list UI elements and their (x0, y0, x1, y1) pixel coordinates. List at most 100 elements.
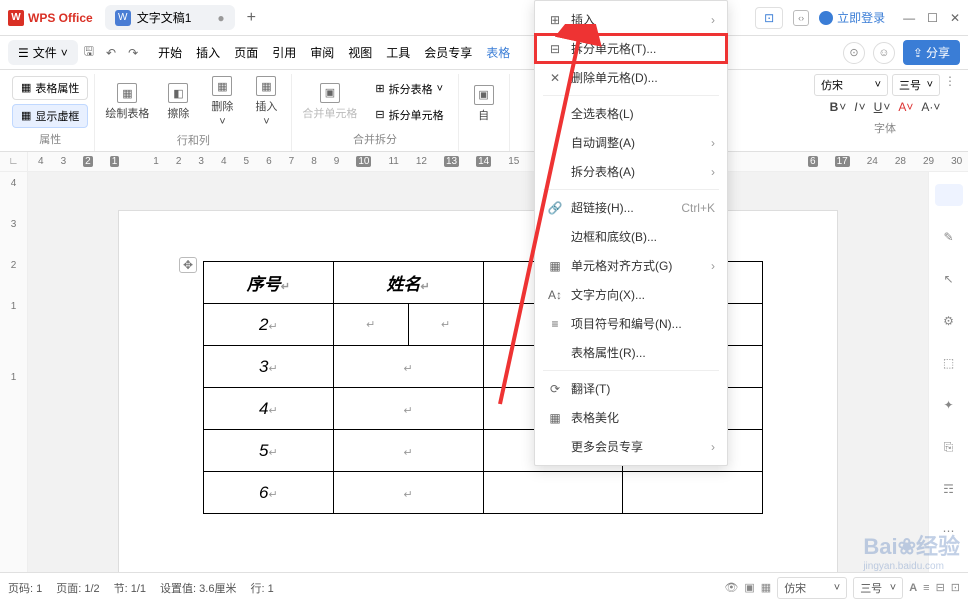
sso-dropdown[interactable]: ‹› (793, 10, 809, 26)
tab-close-icon[interactable]: ● (217, 11, 224, 25)
settings-icon[interactable]: ⚙ (938, 310, 960, 332)
font-more-icon[interactable]: ⋮ (944, 74, 956, 96)
status-section[interactable]: 节: 1/1 (114, 580, 146, 596)
cm-more-vip[interactable]: 更多会员专享› (535, 432, 727, 461)
notify-icon[interactable]: ⊙ (843, 42, 865, 64)
cm-borders[interactable]: 边框和底纹(B)... (535, 222, 727, 251)
status-setval[interactable]: 设置值: 3.6厘米 (160, 580, 236, 596)
cm-select-table[interactable]: 全选表格(L) (535, 99, 727, 128)
save-icon[interactable]: 🖫 (84, 42, 94, 63)
menu-cite[interactable]: 引用 (272, 44, 296, 61)
status-page[interactable]: 页面: 1/2 (56, 580, 99, 596)
status-size-select[interactable]: 三号 ˅ (853, 577, 903, 599)
ruler-corner: ∟ (0, 152, 28, 171)
delete-button[interactable]: ▦删除˅ (203, 74, 241, 130)
split-table-button[interactable]: ⊞ 拆分表格 ˅ (367, 78, 451, 100)
cm-hyperlink[interactable]: 🔗超链接(H)...Ctrl+K (535, 193, 727, 222)
ruler-icon[interactable]: ☶ (938, 478, 960, 500)
cm-separator (543, 95, 719, 96)
status-page-no[interactable]: 页码: 1 (8, 580, 42, 596)
share-button[interactable]: ⇪ 分享 (903, 40, 960, 65)
chat-icon[interactable]: ☺ (873, 42, 895, 64)
cm-delete-cell[interactable]: ✕删除单元格(D)... (535, 63, 727, 92)
cm-align[interactable]: ▦单元格对齐方式(G)› (535, 251, 727, 280)
cm-split-table[interactable]: 拆分表格(A)› (535, 157, 727, 186)
erase-button[interactable]: ◧擦除 (159, 81, 197, 123)
table-props-button[interactable]: ▦ 表格属性 (12, 76, 88, 100)
table-move-handle[interactable]: ✥ (179, 257, 197, 273)
cm-autofit[interactable]: 自动调整(A)› (535, 128, 727, 157)
insert-button[interactable]: ▦插入˅ (247, 74, 285, 130)
draw-table-button[interactable]: ▦绘制表格 (101, 81, 153, 123)
menu-start[interactable]: 开始 (158, 44, 182, 61)
cm-text-dir[interactable]: A↕文字方向(X)... (535, 280, 727, 309)
context-menu: ⊞插入› ⊟拆分单元格(T)... ✕删除单元格(D)... 全选表格(L) 自… (534, 0, 728, 466)
vertical-ruler[interactable]: 43211 (0, 172, 28, 596)
status-row[interactable]: 行: 1 (250, 580, 273, 596)
font-name-select[interactable]: 仿宋 ˅ (814, 74, 888, 96)
minimize-button[interactable]: — (903, 11, 915, 25)
sso-button[interactable]: ⊡ (755, 7, 783, 29)
show-frame-button[interactable]: ▦ 显示虚框 (12, 104, 88, 128)
view-icon[interactable]: 👁 (724, 581, 738, 594)
layout-icon[interactable]: ▣ (744, 581, 754, 594)
bookmark-icon[interactable]: ⎘ (938, 436, 960, 458)
close-button[interactable]: ✕ (950, 11, 960, 25)
horizontal-ruler[interactable]: ∟ 4321 123 4567 891011 1213141516 617242… (0, 152, 968, 172)
file-menu[interactable]: ☰ 文件 ˅ (8, 40, 78, 65)
translate-icon: ⟳ (547, 382, 563, 396)
menu-page[interactable]: 页面 (234, 44, 258, 61)
align-icon: ▦ (547, 259, 563, 273)
menu-view[interactable]: 视图 (348, 44, 372, 61)
cm-bullets[interactable]: ≡项目符号和编号(N)... (535, 309, 727, 338)
sb-indent-icon[interactable]: ⊟ (936, 581, 945, 594)
page-canvas[interactable]: 目 ˅ ✥ 序号↵ 姓名↵ 性 2↵ ↵↵ 3↵↵ 4↵↵ 5↵↵ 6↵↵ (28, 172, 928, 596)
cm-split-cell[interactable]: ⊟拆分单元格(T)... (535, 34, 727, 63)
rail-toggle[interactable] (935, 184, 963, 206)
cm-table-props[interactable]: 表格属性(R)... (535, 338, 727, 367)
login-button[interactable]: 立即登录 (819, 9, 885, 26)
menu-table[interactable]: 表格 (486, 44, 510, 61)
underline-button[interactable]: U˅ (874, 100, 891, 114)
menu-review[interactable]: 审阅 (310, 44, 334, 61)
italic-button[interactable]: I˅ (854, 100, 865, 114)
split-cell-icon: ⊟ (547, 42, 563, 56)
menu-insert[interactable]: 插入 (196, 44, 220, 61)
maximize-button[interactable]: ☐ (927, 11, 938, 25)
font-color-button[interactable]: A˅ (898, 100, 913, 114)
menu-items: 开始 插入 页面 引用 审阅 视图 工具 会员专享 表格 (158, 44, 510, 61)
autofit-button[interactable]: ▣自 (465, 83, 503, 125)
cm-beautify[interactable]: ▦表格美化 (535, 403, 727, 432)
sb-more-icon[interactable]: ⊡ (951, 581, 960, 594)
pen-icon[interactable]: ✎ (938, 226, 960, 248)
select-icon[interactable]: ↖ (938, 268, 960, 290)
menu-tools[interactable]: 工具 (386, 44, 410, 61)
link-icon: 🔗 (547, 201, 563, 215)
font-size-select[interactable]: 三号 ˅ (892, 74, 940, 96)
document-area: 43211 目 ˅ ✥ 序号↵ 姓名↵ 性 2↵ ↵↵ 3↵↵ 4↵↵ 5↵↵ … (0, 172, 968, 596)
tools-icon[interactable]: ✦ (938, 394, 960, 416)
insert-icon: ⊞ (547, 13, 563, 27)
sb-bold-icon[interactable]: A (909, 582, 917, 594)
redo-icon[interactable]: ↷ (128, 46, 138, 60)
grid-icon[interactable]: ▦ (761, 581, 771, 594)
cm-translate[interactable]: ⟳翻译(T) (535, 374, 727, 403)
ribbon-group-font: 仿宋 ˅ 三号 ˅ ⋮ B˅ I˅ U˅ A˅ A·˅ 字体 (808, 74, 962, 151)
status-font-select[interactable]: 仿宋 ˅ (777, 577, 847, 599)
ribbon-group-props: ▦ 表格属性 ▦ 显示虚框 属性 (6, 74, 95, 151)
text-dir-icon: A↕ (547, 288, 563, 302)
word-doc-icon: W (115, 10, 131, 26)
statusbar: 页码: 1 页面: 1/2 节: 1/1 设置值: 3.6厘米 行: 1 👁 ▣… (0, 572, 968, 602)
bold-button[interactable]: B˅ (830, 100, 847, 114)
document-tab[interactable]: W 文字文稿1 ● (105, 5, 235, 30)
undo-icon[interactable]: ↶ (106, 46, 116, 60)
merge-cells-button[interactable]: ▣合并单元格 (298, 81, 361, 123)
menu-vip[interactable]: 会员专享 (424, 44, 472, 61)
sb-align-icon[interactable]: ≡ (923, 582, 929, 594)
cm-insert[interactable]: ⊞插入› (535, 5, 727, 34)
cube-icon[interactable]: ⬚ (938, 352, 960, 374)
ribbon-group-auto: ▣自 (459, 74, 510, 151)
new-tab-button[interactable]: + (247, 9, 256, 27)
highlight-button[interactable]: A·˅ (921, 100, 940, 114)
split-cell-button[interactable]: ⊟ 拆分单元格 (367, 104, 451, 126)
